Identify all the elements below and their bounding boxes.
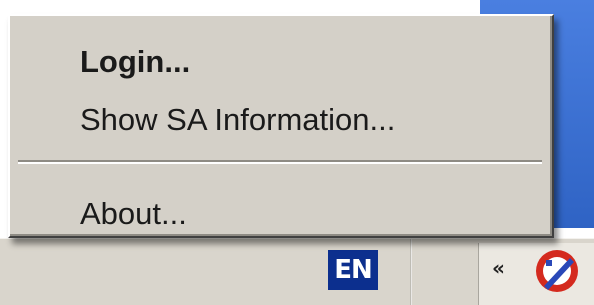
tray-context-menu: Login... Show SA Information... About... [8, 14, 554, 238]
show-hidden-icons-chevron-icon[interactable]: « [492, 254, 505, 282]
menu-separator [18, 160, 542, 164]
menu-item-about[interactable]: About... [12, 190, 550, 238]
menu-item-show-sa-information[interactable]: Show SA Information... [12, 96, 550, 144]
vpn-client-icon-graphic [536, 250, 578, 292]
vpn-client-icon[interactable] [532, 246, 582, 296]
taskbar-divider [410, 239, 412, 305]
language-indicator[interactable]: EN [328, 250, 378, 290]
menu-item-login[interactable]: Login... [12, 38, 550, 86]
